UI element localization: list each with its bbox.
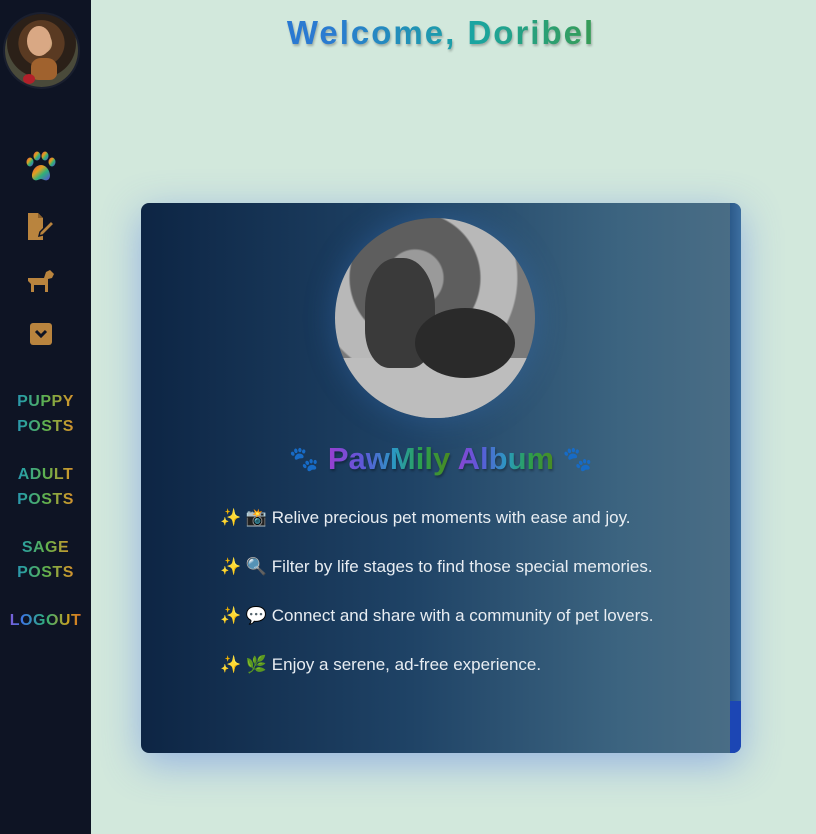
album-title-text-2: Album — [450, 441, 555, 476]
feature-item: ✨ 📸 Relive precious pet moments with eas… — [220, 508, 631, 527]
dog-icon[interactable] — [22, 264, 60, 298]
album-photo — [335, 218, 535, 418]
feature-list: ✨ 📸 Relive precious pet moments with eas… — [220, 503, 660, 699]
album-title-text-1: PawMily — [327, 441, 451, 476]
sidebar-item-label: ADULT — [0, 462, 91, 487]
logout-label: LOGOUT — [0, 608, 91, 633]
avatar-flower — [23, 74, 35, 84]
feature-item: ✨ 🌿 Enjoy a serene, ad-free experience. — [220, 655, 542, 674]
sidebar-item-label: POSTS — [0, 487, 91, 512]
paw-icon[interactable] — [22, 151, 60, 185]
user-avatar[interactable] — [5, 14, 78, 87]
feature-item: ✨ 💬 Connect and share with a community o… — [220, 606, 654, 625]
sidebar-item-label: POSTS — [0, 560, 91, 585]
photo-dog — [415, 308, 515, 378]
sidebar-item-label: POSTS — [0, 414, 91, 439]
edit-document-icon[interactable] — [22, 210, 60, 244]
avatar-dog — [31, 58, 57, 80]
sidebar: PUPPY POSTS ADULT POSTS SAGE POSTS LOGOU… — [0, 0, 91, 834]
sidebar-item-adult-posts[interactable]: ADULT POSTS — [0, 462, 91, 512]
sidebar-item-label: SAGE — [0, 535, 91, 560]
sidebar-item-puppy-posts[interactable]: PUPPY POSTS — [0, 389, 91, 439]
paw-icon: 🐾 — [289, 446, 320, 473]
scrollbar-thumb[interactable] — [730, 701, 741, 753]
sidebar-item-sage-posts[interactable]: SAGE POSTS — [0, 535, 91, 585]
logout-button[interactable]: LOGOUT — [0, 608, 91, 633]
paw-icon: 🐾 — [562, 446, 593, 473]
album-title: 🐾 PawMily Album 🐾 — [141, 441, 741, 477]
card-scrollbar[interactable] — [730, 203, 741, 753]
album-card: 🐾 PawMily Album 🐾 ✨ 📸 Relive precious pe… — [141, 203, 741, 753]
archive-icon[interactable] — [22, 317, 60, 351]
avatar-face — [27, 26, 51, 56]
feature-item: ✨ 🔍 Filter by life stages to find those … — [220, 557, 653, 576]
sidebar-item-label: PUPPY — [0, 389, 91, 414]
welcome-heading: Welcome, Doribel — [91, 14, 791, 52]
